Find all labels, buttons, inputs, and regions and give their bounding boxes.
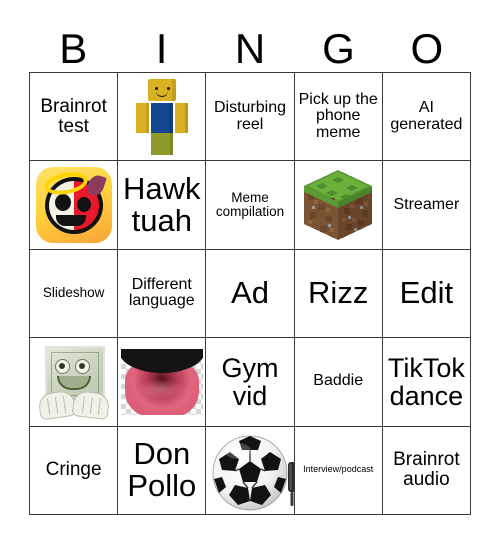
bingo-cell-n1[interactable]: Disturbing reel xyxy=(206,73,295,162)
bingo-cell-g4[interactable]: Baddie xyxy=(294,338,383,427)
bingo-cell-label: Brainrot test xyxy=(40,95,107,137)
bingo-cell-b1[interactable]: Brainrot test xyxy=(30,73,119,162)
bingo-cell-i4[interactable] xyxy=(118,338,207,427)
soccer-ball-icon xyxy=(208,429,296,512)
bingo-cell-label: Gym vid xyxy=(221,352,279,411)
bingo-cell-b2[interactable] xyxy=(30,161,119,250)
bingo-cell-b5[interactable]: Cringe xyxy=(30,426,119,515)
bingo-cell-o2[interactable]: Streamer xyxy=(382,161,471,250)
bingo-cell-i5[interactable]: Don Pollo xyxy=(118,426,207,515)
bingo-card: B I N G O Brainrot test Disturbing reel … xyxy=(0,0,500,544)
bingo-header-letter-i: I xyxy=(155,25,168,72)
bingo-cell-n3[interactable]: Ad xyxy=(206,249,295,339)
money-man-meme-icon xyxy=(32,340,115,423)
bingo-header-letter-b: B xyxy=(59,25,88,72)
bingo-cell-b4[interactable] xyxy=(30,338,119,427)
bingo-cell-i1[interactable] xyxy=(118,73,207,162)
bingo-cell-n2[interactable]: Meme compilation xyxy=(206,161,295,250)
angel-devil-skull-emoji-icon xyxy=(32,163,115,246)
minecraft-grass-block-icon xyxy=(297,163,380,246)
bingo-cell-label: Baddie xyxy=(313,372,364,390)
bingo-cell-label: Edit xyxy=(399,275,454,311)
bingo-cell-o3[interactable]: Edit xyxy=(382,249,471,339)
bingo-header-letter-n: N xyxy=(234,25,266,72)
bingo-cell-label: Brainrot audio xyxy=(393,449,460,491)
bingo-header-row: B I N G O xyxy=(29,18,471,72)
roblox-noob-icon xyxy=(120,75,203,158)
bingo-cell-g3[interactable]: Rizz xyxy=(294,249,383,339)
bingo-cell-label: Pick up the phone meme xyxy=(298,90,378,142)
bingo-cell-i2[interactable]: Hawk tuah xyxy=(118,161,207,250)
bingo-cell-label: AI generated xyxy=(390,98,463,133)
bingo-cell-label: Meme compilation xyxy=(215,189,285,220)
bingo-header-letter-g: G xyxy=(322,25,355,72)
bingo-cell-b3[interactable]: Slideshow xyxy=(30,249,119,339)
bingo-cell-o4[interactable]: TikTok dance xyxy=(382,338,471,427)
bingo-cell-g1[interactable]: Pick up the phone meme xyxy=(294,73,383,162)
bingo-cell-g2[interactable] xyxy=(294,161,383,250)
bingo-cell-label: Hawk tuah xyxy=(123,170,201,239)
bingo-cell-n5[interactable] xyxy=(206,426,296,515)
bingo-cell-label: Cringe xyxy=(45,459,102,481)
bingo-cell-label: Rizz xyxy=(308,275,369,311)
bingo-cell-i3[interactable]: Different language xyxy=(118,249,207,339)
bingo-cell-label: Don Pollo xyxy=(127,435,197,504)
bingo-cell-label: Interview/podcast xyxy=(303,464,374,475)
bingo-cell-n4[interactable]: Gym vid xyxy=(206,338,295,427)
mouth-tongue-icon xyxy=(120,340,203,423)
bingo-cell-label: Slideshow xyxy=(42,285,105,301)
bingo-cell-o1[interactable]: AI generated xyxy=(382,73,471,162)
bingo-grid: Brainrot test Disturbing reel Pick up th… xyxy=(29,72,471,515)
bingo-cell-o5[interactable]: Brainrot audio xyxy=(382,426,471,515)
bingo-cell-label: TikTok dance xyxy=(387,352,465,411)
bingo-cell-label: Disturbing reel xyxy=(213,98,286,133)
bingo-cell-g5[interactable]: Interview/podcast xyxy=(294,426,383,515)
bingo-cell-label: Ad xyxy=(231,275,269,311)
bingo-cell-label: Streamer xyxy=(393,195,460,213)
bingo-header-letter-o: O xyxy=(410,25,444,72)
bingo-cell-label: Different language xyxy=(128,275,195,310)
